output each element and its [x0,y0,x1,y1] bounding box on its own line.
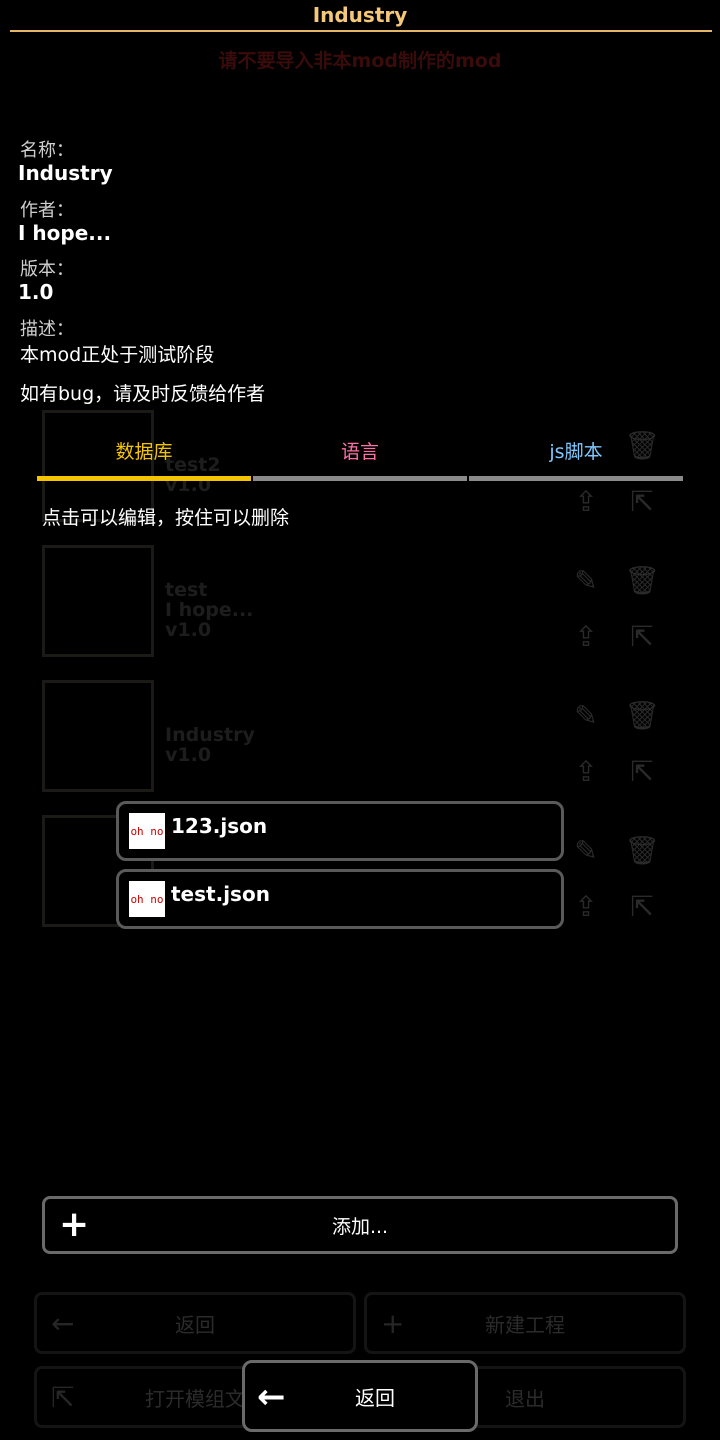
description-label: 描述： [20,319,74,340]
export-icon: ⇱ [630,620,654,653]
mod-thumbnail [42,680,154,792]
edit-icon: ✎ [574,564,598,597]
upload-icon: ⇪ [574,485,598,518]
edit-icon: ✎ [574,834,598,867]
mod-author: I hope... [18,221,112,245]
file-name: test.json [171,882,270,906]
hint-text: 点击可以编辑，按住可以删除 [42,507,290,529]
tab-indicator [469,476,683,481]
mod-version: 1.0 [18,280,54,304]
trash-icon: 🗑 [624,564,660,597]
import-warning: 请不要导入非本mod制作的mod [218,50,502,72]
export-icon: ⇱ [630,890,654,923]
edit-icon: ✎ [574,699,598,732]
missing-image-icon: oh no [129,813,165,849]
mod-thumbnail [42,545,154,657]
description-line: 本mod正处于测试阶段 [20,344,215,366]
version-label: 版本： [20,259,74,280]
mod-version: v1.0 [165,619,212,641]
bg-new-project-button: + 新建工程 [364,1292,686,1354]
dialog-title: Industry [312,3,408,27]
tab-indicator-active [37,476,251,481]
mod-version: v1.0 [165,744,212,766]
upload-icon: ⇪ [574,755,598,788]
file-name: 123.json [171,814,268,838]
export-icon: ⇱ [630,755,654,788]
upload-icon: ⇪ [574,890,598,923]
bg-back-button: ← 返回 [34,1292,356,1354]
mod-title: Industry [165,724,255,746]
name-label: 名称： [20,140,74,161]
tab-js-script[interactable]: js脚本 [469,420,683,480]
tab-indicator [253,476,467,481]
export-icon: ⇱ [630,485,654,518]
file-item[interactable]: oh no 123.json [116,801,564,861]
file-item[interactable]: oh no test.json [116,869,564,929]
missing-image-icon: oh no [129,881,165,917]
trash-icon: 🗑 [624,699,660,732]
tab-database[interactable]: 数据库 [37,420,251,480]
mod-author: I hope... [165,599,254,621]
author-label: 作者： [20,200,74,221]
trash-icon: 🗑 [624,834,660,867]
description-line: 如有bug，请及时反馈给作者 [20,383,266,405]
mod-title: test [165,579,208,601]
add-button[interactable]: + 添加... [42,1196,678,1254]
tab-language[interactable]: 语言 [253,420,467,480]
upload-icon: ⇪ [574,620,598,653]
mod-name: Industry [18,161,113,185]
back-button[interactable]: ← 返回 [242,1360,478,1432]
title-divider [10,30,712,32]
